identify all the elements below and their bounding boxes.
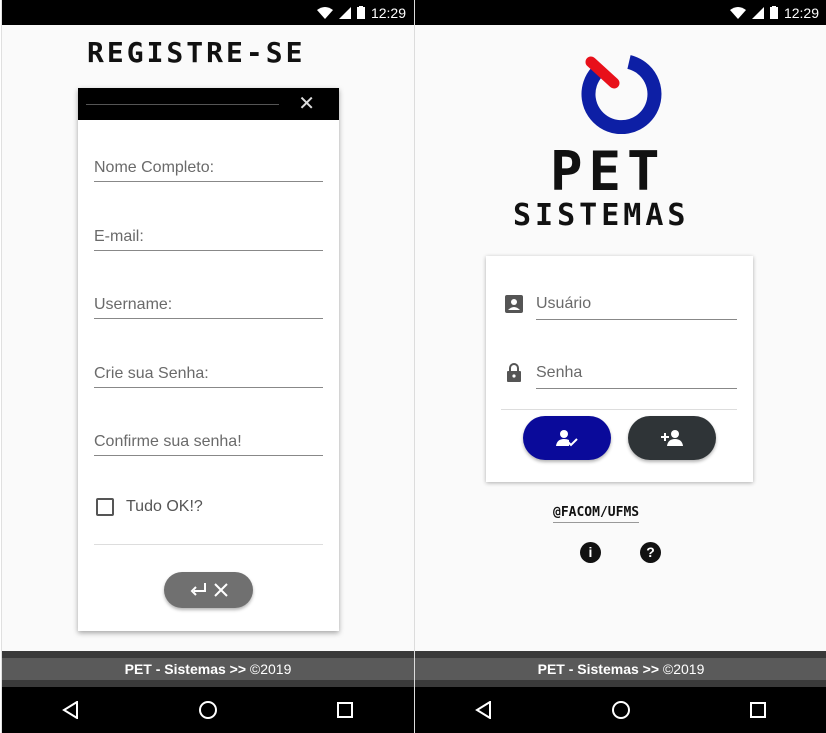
user-add-icon [661,430,683,446]
status-icons [316,6,365,19]
logo-subtitle: SISTEMAS [513,198,690,233]
email-field[interactable] [94,221,323,251]
password-input[interactable] [536,357,737,388]
battery-icon [769,6,778,19]
close-icon[interactable]: ✕ [298,94,315,114]
recents-icon [337,702,354,718]
dialog-header: ✕ [78,88,339,120]
password-field[interactable] [94,358,323,388]
login-button[interactable] [523,416,611,460]
home-button[interactable] [188,690,228,730]
android-nav-bar [2,687,414,733]
status-time: 12:29 [370,4,406,21]
account-box-icon [505,295,523,313]
close-icon [213,583,228,597]
help-icon[interactable]: ? [640,542,661,563]
back-icon [474,701,491,719]
back-icon [61,701,78,719]
confirm-password-input[interactable] [94,426,323,455]
recents-button[interactable] [325,690,365,730]
full-name-field[interactable] [94,152,323,182]
home-icon [198,701,217,719]
enter-icon [190,583,206,596]
status-bar: 12:29 [2,0,414,25]
lock-icon [507,363,521,382]
recents-icon [750,702,767,718]
pet-logo-icon [581,55,662,134]
battery-icon [356,6,365,19]
username-field[interactable] [94,289,323,319]
back-button[interactable] [51,690,91,730]
checkbox[interactable] [96,498,114,516]
signal-icon [751,6,764,19]
password-field[interactable] [536,357,737,389]
full-name-input[interactable] [94,152,323,181]
header-divider [86,104,279,105]
status-bar: 12:29 [415,0,826,25]
logo-title: PET [550,140,666,203]
wifi-icon [729,6,746,19]
signal-icon [338,6,351,19]
password-input[interactable] [94,358,323,387]
username-input[interactable] [536,288,737,319]
register-screen: 12:29 REGISTRE-SE ✕ Tudo OK!? [1,0,414,733]
email-input[interactable] [94,221,323,250]
status-time: 12:29 [783,4,819,21]
username-field[interactable] [536,288,737,320]
home-icon [611,701,630,719]
confirm-password-field[interactable] [94,426,323,456]
footer: PET - Sistemas >> ©2019 [2,651,414,687]
footer-bar: PET - Sistemas >> ©2019 [2,658,414,680]
checkbox-label: Tudo OK!? [126,498,203,515]
register-button[interactable] [628,416,716,460]
info-icon[interactable]: i [580,542,601,563]
back-button[interactable] [464,690,504,730]
home-button[interactable] [601,690,641,730]
footer-copyright: ©2019 [662,661,705,677]
footer-brand: PET - Sistemas >> [537,661,660,677]
android-nav-bar [415,687,826,733]
wifi-icon [316,6,333,19]
footer-bar: PET - Sistemas >> ©2019 [415,658,826,680]
submit-button[interactable] [164,572,253,608]
user-check-icon [556,430,578,447]
status-icons [729,6,778,19]
register-dialog: ✕ Tudo OK!? [78,88,339,631]
login-card [486,256,753,482]
footer-brand: PET - Sistemas >> [124,661,247,677]
username-input[interactable] [94,289,323,318]
facom-handle[interactable]: @FACOM/UFMS [553,505,640,523]
footer-copyright: ©2019 [249,661,292,677]
footer: PET - Sistemas >> ©2019 [415,651,826,687]
card-divider [501,409,737,410]
recents-button[interactable] [738,690,778,730]
login-screen: 12:29 PET SISTEMAS Usuário @FACOM/UFMS i… [414,0,826,733]
register-title: REGISTRE-SE [87,36,306,69]
confirm-checkbox-row[interactable]: Tudo OK!? [96,498,203,516]
dialog-divider [94,544,323,545]
